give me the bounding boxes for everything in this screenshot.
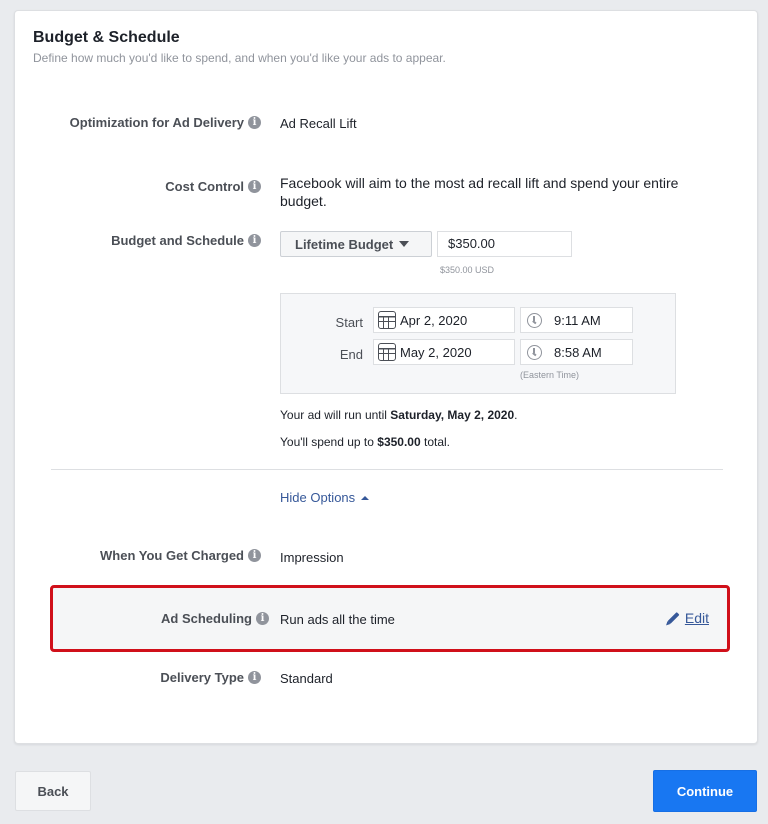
- timezone-note: (Eastern Time): [520, 370, 580, 380]
- calendar-icon: [378, 343, 396, 361]
- budget-schedule-label: Budget and Schedule i: [111, 233, 261, 248]
- caret-down-icon: [399, 241, 410, 247]
- info-icon[interactable]: i: [248, 116, 261, 129]
- spend-prefix: You'll spend up to: [280, 435, 378, 449]
- budget-schedule-card: Budget & Schedule Define how much you'd …: [14, 10, 758, 744]
- hide-options-text: Hide Options: [280, 490, 356, 505]
- optimization-value: Ad Recall Lift: [280, 116, 357, 131]
- run-until-prefix: Your ad will run until: [280, 408, 391, 422]
- cost-control-label: Cost Control i: [165, 179, 261, 194]
- spend-suffix: total.: [420, 435, 451, 449]
- pencil-icon: [667, 611, 680, 625]
- start-time-value: 9:11 AM: [554, 312, 601, 328]
- budget-schedule-label-text: Budget and Schedule: [111, 233, 244, 248]
- run-until-summary: Your ad will run until Saturday, May 2, …: [280, 408, 517, 422]
- ad-scheduling-label-text: Ad Scheduling: [161, 611, 252, 626]
- charged-value: Impression: [280, 550, 344, 565]
- edit-label: Edit: [684, 610, 709, 626]
- end-time-input[interactable]: 8:58 AM: [520, 339, 633, 365]
- ad-scheduling-row: Ad Scheduling i Run ads all the time Edi…: [50, 585, 730, 652]
- ad-scheduling-label: Ad Scheduling i: [161, 611, 269, 626]
- start-time-input[interactable]: 9:11 AM: [520, 307, 633, 333]
- budget-type-selected: Lifetime Budget: [295, 236, 394, 252]
- start-date-value: Apr 2, 2020: [400, 312, 468, 328]
- delivery-type-label-text: Delivery Type: [160, 670, 244, 685]
- budget-amount-hint: $350.00 USD: [440, 265, 495, 275]
- run-until-suffix: .: [514, 408, 518, 422]
- continue-button[interactable]: Continue: [653, 770, 757, 812]
- delivery-type-value: Standard: [280, 671, 333, 686]
- start-label: Start: [335, 315, 363, 330]
- end-date-value: May 2, 2020: [400, 344, 472, 360]
- clock-icon: [527, 344, 542, 360]
- cost-control-value: Facebook will aim to the most ad recall …: [280, 175, 679, 209]
- end-date-input[interactable]: May 2, 2020: [373, 339, 515, 365]
- calendar-icon: [378, 311, 396, 329]
- charged-label: When You Get Charged i: [100, 548, 261, 563]
- spend-summary: You'll spend up to $350.00 total.: [280, 435, 450, 449]
- back-button[interactable]: Back: [15, 771, 91, 811]
- optimization-label: Optimization for Ad Delivery i: [70, 115, 261, 130]
- info-icon[interactable]: i: [248, 671, 261, 684]
- run-until-date: Saturday, May 2, 2020: [390, 408, 515, 422]
- caret-up-icon: [361, 495, 370, 500]
- end-label: End: [339, 347, 363, 362]
- charged-label-text: When You Get Charged: [100, 548, 244, 563]
- ad-scheduling-value: Run ads all the time: [280, 612, 395, 627]
- info-icon[interactable]: i: [248, 549, 261, 562]
- section-title: Budget & Schedule: [33, 29, 180, 46]
- cost-control-label-text: Cost Control: [165, 179, 244, 194]
- info-icon[interactable]: i: [248, 180, 261, 193]
- delivery-type-label: Delivery Type i: [160, 670, 261, 685]
- info-icon[interactable]: i: [256, 612, 269, 625]
- end-time-value: 8:58 AM: [554, 344, 602, 360]
- budget-amount-input[interactable]: $350.00: [437, 231, 572, 257]
- section-divider: [51, 469, 723, 470]
- hide-options-link[interactable]: Hide Options: [280, 490, 370, 505]
- edit-ad-scheduling-link[interactable]: Edit: [667, 610, 709, 626]
- info-icon[interactable]: i: [248, 234, 261, 247]
- spend-amount: $350.00: [377, 435, 421, 449]
- start-date-input[interactable]: Apr 2, 2020: [373, 307, 515, 333]
- optimization-label-text: Optimization for Ad Delivery: [69, 115, 244, 130]
- budget-type-dropdown[interactable]: Lifetime Budget: [280, 231, 432, 257]
- schedule-box: Start Apr 2, 2020 9:11 AM End May 2, 202…: [280, 293, 676, 394]
- section-subtitle: Define how much you'd like to spend, and…: [33, 51, 446, 65]
- clock-icon: [527, 312, 542, 328]
